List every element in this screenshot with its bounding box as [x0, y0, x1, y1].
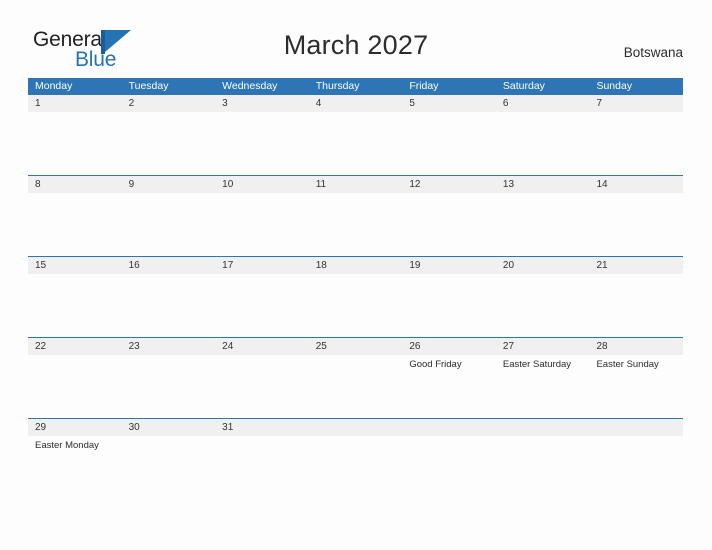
day-number [402, 419, 496, 436]
day-number: 28 [589, 338, 684, 355]
day-cell[interactable]: 24 [215, 338, 309, 418]
day-cell[interactable]: 28 Easter Sunday [589, 338, 684, 418]
day-cell[interactable]: 27 Easter Saturday [495, 338, 590, 418]
page-header: General Blue March 2027 Botswana [0, 0, 712, 78]
day-cell[interactable]: 1 [28, 95, 122, 175]
page-title: March 2027 [283, 30, 429, 60]
day-number: 22 [28, 338, 122, 355]
day-cell[interactable]: 17 [215, 257, 309, 337]
calendar-page: General Blue March 2027 Botswana Monday T… [0, 0, 712, 550]
day-cell-empty [495, 419, 590, 474]
weekday-header-friday: Friday [409, 80, 439, 92]
weekday-header-sunday: Sunday [596, 80, 633, 92]
day-number: 20 [495, 257, 590, 274]
day-cell[interactable]: 8 [28, 176, 122, 256]
day-cell[interactable]: 11 [308, 176, 403, 256]
day-cell[interactable]: 9 [121, 176, 216, 256]
day-number [495, 419, 590, 436]
day-number: 23 [121, 338, 216, 355]
country-label: Botswana [623, 45, 683, 60]
day-number: 2 [121, 95, 216, 112]
day-cell[interactable]: 14 [589, 176, 684, 256]
day-cell[interactable]: 19 [402, 257, 496, 337]
day-number: 12 [402, 176, 496, 193]
day-cell-empty [308, 419, 403, 474]
day-cell[interactable]: 15 [28, 257, 122, 337]
day-cell[interactable]: 29 Easter Monday [28, 419, 122, 474]
weekday-header-monday: Monday [35, 80, 73, 92]
day-cell[interactable]: 31 [215, 419, 309, 474]
holiday-label: Good Friday [409, 359, 462, 370]
day-number [308, 419, 403, 436]
holiday-label: Easter Monday [35, 440, 99, 451]
day-cell[interactable]: 4 [308, 95, 403, 175]
logo-text-blue: Blue [75, 48, 117, 71]
day-number: 6 [495, 95, 590, 112]
day-number: 24 [215, 338, 309, 355]
day-number: 19 [402, 257, 496, 274]
day-number: 21 [589, 257, 684, 274]
day-number: 31 [215, 419, 309, 436]
day-cell[interactable]: 12 [402, 176, 496, 256]
week-row: 15 16 17 18 19 20 21 [28, 256, 684, 337]
weekday-header-thursday: Thursday [315, 80, 360, 92]
day-number: 8 [28, 176, 122, 193]
day-number: 7 [589, 95, 684, 112]
day-number: 3 [215, 95, 309, 112]
day-number: 18 [308, 257, 403, 274]
week-row: 22 23 24 25 26 Good Friday 27 Easter Saturday 28… [28, 337, 684, 418]
holiday-label: Easter Sunday [596, 359, 659, 370]
day-cell[interactable]: 25 [308, 338, 403, 418]
weekday-header-tuesday: Tuesday [128, 80, 169, 92]
day-number: 14 [589, 176, 684, 193]
day-cell[interactable]: 6 [495, 95, 590, 175]
day-number: 27 [495, 338, 590, 355]
day-cell[interactable]: 3 [215, 95, 309, 175]
day-number: 17 [215, 257, 309, 274]
day-cell[interactable]: 30 [121, 419, 216, 474]
weekday-header-saturday: Saturday [502, 80, 545, 92]
day-number: 4 [308, 95, 403, 112]
day-number: 30 [121, 419, 216, 436]
day-cell[interactable]: 23 [121, 338, 216, 418]
day-number: 9 [121, 176, 216, 193]
day-cell[interactable]: 16 [121, 257, 216, 337]
day-number: 16 [121, 257, 216, 274]
day-cell[interactable]: 5 [402, 95, 496, 175]
week-row: 29 Easter Monday 30 31 [28, 418, 684, 474]
day-number: 13 [495, 176, 590, 193]
day-number: 11 [308, 176, 403, 193]
calendar-body: 1 2 3 4 5 6 7 8 9 10 11 12 13 14 15 16 17 18 19 20 21 22 23 24 2… [28, 95, 684, 474]
day-number: 10 [215, 176, 309, 193]
day-cell[interactable]: 10 [215, 176, 309, 256]
weekday-header-wednesday: Wednesday [222, 80, 278, 92]
day-number: 26 [402, 338, 496, 355]
day-number [589, 419, 684, 436]
day-number: 5 [402, 95, 496, 112]
calendar-grid: Monday Tuesday Wednesday Thursday Friday Satu… [28, 78, 684, 474]
day-cell[interactable]: 18 [308, 257, 403, 337]
day-number: 29 [28, 419, 122, 436]
day-number: 15 [28, 257, 122, 274]
holiday-label: Easter Saturday [502, 359, 572, 370]
day-cell[interactable]: 26 Good Friday [402, 338, 496, 418]
day-cell[interactable]: 20 [495, 257, 590, 337]
day-cell[interactable]: 7 [589, 95, 684, 175]
general-blue-logo[interactable]: General Blue [33, 28, 163, 72]
day-number: 1 [28, 95, 122, 112]
day-cell-empty [402, 419, 496, 474]
day-cell[interactable]: 22 [28, 338, 122, 418]
day-cell[interactable]: 13 [495, 176, 590, 256]
weekday-header-row: Monday Tuesday Wednesday Thursday Friday Satu… [28, 78, 683, 95]
day-cell[interactable]: 2 [121, 95, 216, 175]
day-number: 25 [308, 338, 403, 355]
day-cell[interactable]: 21 [589, 257, 684, 337]
week-row: 8 9 10 11 12 13 14 [28, 175, 684, 256]
day-cell-empty [589, 419, 684, 474]
week-row: 1234567 [28, 95, 684, 175]
